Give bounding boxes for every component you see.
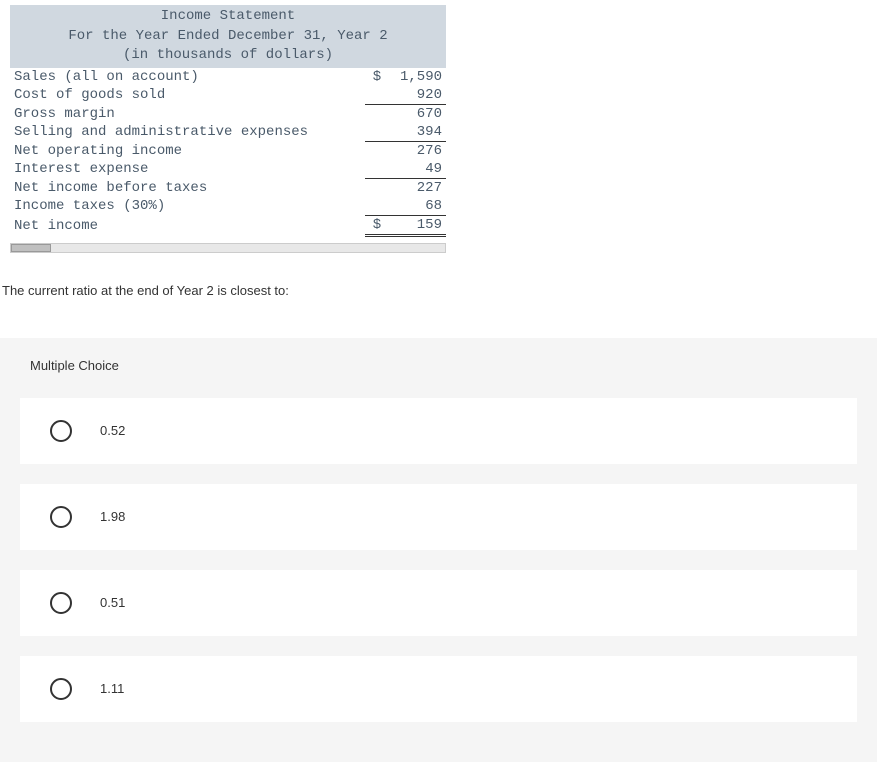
statement-label: Net operating income <box>10 141 365 160</box>
statement-units: (in thousands of dollars) <box>10 46 446 66</box>
mc-option-label: 0.52 <box>100 423 125 438</box>
statement-label: Net income before taxes <box>10 178 365 197</box>
statement-row: Selling and administrative expenses 394 <box>10 123 446 142</box>
statement-value: 49 <box>385 160 446 179</box>
statement-dollar <box>365 141 385 160</box>
mc-option[interactable]: 0.51 <box>20 570 857 636</box>
radio-icon[interactable] <box>50 592 72 614</box>
statement-dollar <box>365 104 385 123</box>
statement-row: Net income before taxes 227 <box>10 178 446 197</box>
statement-label: Selling and administrative expenses <box>10 123 365 142</box>
statement-dollar <box>365 123 385 142</box>
radio-icon[interactable] <box>50 420 72 442</box>
multiple-choice-container: Multiple Choice 0.52 1.98 0.51 1.11 <box>0 338 877 762</box>
mc-option-label: 1.98 <box>100 509 125 524</box>
statement-label: Income taxes (30%) <box>10 197 365 216</box>
statement-row: Gross margin 670 <box>10 104 446 123</box>
scrollbar-thumb[interactable] <box>11 244 51 252</box>
statement-label: Cost of goods sold <box>10 86 365 105</box>
mc-header: Multiple Choice <box>0 358 877 398</box>
radio-icon[interactable] <box>50 678 72 700</box>
statement-value: 227 <box>385 178 446 197</box>
statement-header: Income Statement For the Year Ended Dece… <box>10 5 446 68</box>
statement-value: 920 <box>385 86 446 105</box>
statement-label: Gross margin <box>10 104 365 123</box>
statement-value: 670 <box>385 104 446 123</box>
mc-option-label: 0.51 <box>100 595 125 610</box>
statement-dollar: $ <box>365 68 385 86</box>
statement-label: Sales (all on account) <box>10 68 365 86</box>
mc-option[interactable]: 0.52 <box>20 398 857 464</box>
statement-label: Interest expense <box>10 160 365 179</box>
statement-title: Income Statement <box>10 7 446 27</box>
statement-row: Net operating income 276 <box>10 141 446 160</box>
statement-dollar <box>365 197 385 216</box>
mc-option[interactable]: 1.11 <box>20 656 857 722</box>
statement-value: 1,590 <box>385 68 446 86</box>
statement-value: 394 <box>385 123 446 142</box>
horizontal-scrollbar[interactable] <box>10 243 446 253</box>
statement-subtitle: For the Year Ended December 31, Year 2 <box>10 27 446 47</box>
question-text: The current ratio at the end of Year 2 i… <box>2 283 877 298</box>
mc-option-label: 1.11 <box>100 681 124 696</box>
statement-dollar <box>365 160 385 179</box>
statement-row: Income taxes (30%) 68 <box>10 197 446 216</box>
radio-icon[interactable] <box>50 506 72 528</box>
statement-row: Net income$159 <box>10 215 446 235</box>
statement-value: 68 <box>385 197 446 216</box>
mc-option[interactable]: 1.98 <box>20 484 857 550</box>
statement-row: Interest expense 49 <box>10 160 446 179</box>
statement-row: Sales (all on account)$1,590 <box>10 68 446 86</box>
statement-value: 159 <box>385 215 446 235</box>
statement-dollar <box>365 86 385 105</box>
income-statement: Income Statement For the Year Ended Dece… <box>10 5 446 237</box>
statement-label: Net income <box>10 215 365 235</box>
statement-dollar <box>365 178 385 197</box>
statement-table: Sales (all on account)$1,590Cost of good… <box>10 68 446 237</box>
statement-row: Cost of goods sold 920 <box>10 86 446 105</box>
statement-dollar: $ <box>365 215 385 235</box>
statement-value: 276 <box>385 141 446 160</box>
